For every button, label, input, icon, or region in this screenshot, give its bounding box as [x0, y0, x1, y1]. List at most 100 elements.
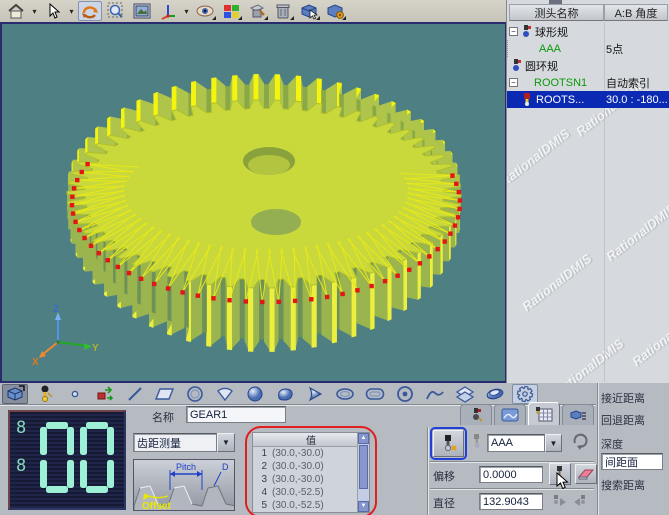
cursor-dropdown-caret[interactable]: ▾ — [67, 1, 76, 21]
tree-row-roots-selected[interactable]: ROOTS... 30.0 : -180... — [507, 91, 669, 108]
value-list-scrollbar[interactable]: ▲ ▼ — [357, 433, 369, 512]
tab-measure-table[interactable] — [528, 402, 560, 425]
probe-manager-button[interactable] — [433, 430, 464, 457]
axis-y-label: Y — [92, 343, 99, 354]
bottom-panel: 名称 GEAR1 8 8 齿距测量 — [0, 383, 669, 515]
tree-header-probe-name[interactable]: 测头名称 — [509, 4, 604, 21]
home-icon[interactable] — [4, 1, 28, 21]
mouse-cursor — [556, 472, 570, 490]
retract-distance-label: 回退距离 — [601, 412, 669, 428]
name-label: 名称 — [152, 409, 174, 425]
counter-digits — [10, 412, 124, 508]
solid-select-icon[interactable] — [297, 1, 321, 21]
gear-3d-model: Z Y X — [2, 24, 504, 381]
probe-icon — [521, 93, 534, 106]
point-counter-display: 8 8 — [8, 410, 126, 510]
measure-mode-dropdown-button[interactable]: ▼ — [217, 433, 235, 452]
zoom-region-icon[interactable] — [104, 1, 128, 21]
parallel-planes-icon[interactable] — [452, 384, 478, 404]
tab-feature-list[interactable] — [562, 404, 594, 425]
feature-name-input[interactable]: GEAR1 — [186, 406, 286, 423]
value-row[interactable]: 3(30.0,-30.0) — [253, 473, 369, 486]
cone-icon[interactable] — [302, 384, 328, 404]
circle-icon[interactable] — [182, 384, 208, 404]
value-row[interactable]: 2(30.0,-30.0) — [253, 460, 369, 473]
tab-graphics[interactable] — [494, 404, 526, 425]
probe-icon — [510, 59, 523, 72]
offset-input[interactable]: 0.0000 — [479, 466, 543, 483]
render-tools-icon[interactable] — [245, 1, 269, 21]
solid-settings-icon[interactable] — [323, 1, 347, 21]
coordinate-axes-icon[interactable] — [156, 1, 180, 21]
home-dropdown-caret[interactable]: ▾ — [30, 1, 39, 21]
viewport-3d[interactable]: Z Y X — [0, 22, 506, 383]
plane-icon[interactable] — [152, 384, 178, 404]
gear-icon[interactable] — [512, 384, 538, 404]
probe-icon — [520, 25, 533, 38]
slot-icon[interactable] — [362, 384, 388, 404]
point-icon[interactable] — [62, 384, 88, 404]
clear-eraser-button[interactable] — [575, 464, 597, 484]
gear-center-hub — [251, 209, 301, 235]
move-point-icon[interactable] — [92, 384, 118, 404]
expand-icon[interactable]: − — [509, 27, 518, 36]
scrollbar-thumb[interactable] — [359, 445, 368, 489]
cylinder-icon[interactable] — [482, 384, 508, 404]
render-colors-icon[interactable] — [219, 1, 243, 21]
approach-distance-label: 接近距离 — [601, 390, 669, 406]
axis-triad: Z Y X — [32, 304, 99, 368]
probe-build-icon[interactable] — [32, 384, 58, 404]
top-toolbar: ▾ ▾ ▾ — [0, 0, 506, 22]
fit-view-icon[interactable] — [130, 1, 154, 21]
run-back-icon[interactable] — [572, 494, 590, 510]
path-params-panel: 接近距离 回退距离 深度 间距面 搜索距离 — [601, 383, 669, 515]
view-mode-icon[interactable] — [193, 1, 217, 21]
sphere-icon[interactable] — [242, 384, 268, 404]
solid-icon[interactable] — [2, 384, 28, 404]
curve-icon[interactable] — [422, 384, 448, 404]
diameter-input[interactable]: 132.9043 — [479, 493, 543, 510]
run-forward-icon[interactable] — [551, 494, 569, 510]
scroll-up-icon[interactable]: ▲ — [358, 433, 369, 444]
measure-mode-select[interactable]: 齿距测量 — [133, 433, 217, 452]
spacing-face-select[interactable]: 间距面 — [601, 453, 663, 470]
expand-icon[interactable]: − — [509, 78, 518, 87]
tree-row-rootsn1[interactable]: − ROOTSN1 自动索引 — [507, 74, 669, 91]
tab-probe[interactable] — [460, 404, 492, 425]
axis-x-label: X — [32, 357, 39, 368]
tree-row-ring-gauge[interactable]: 圆环规 — [507, 57, 669, 74]
arc-icon[interactable] — [212, 384, 238, 404]
axis-z-label: Z — [53, 304, 59, 315]
refresh-icon[interactable] — [570, 431, 590, 454]
line-icon[interactable] — [122, 384, 148, 404]
rotate-view-icon[interactable] — [78, 1, 102, 21]
feature-toolbar — [2, 384, 538, 404]
pitch-label: Pitch — [176, 462, 196, 472]
tree-row-sphere-gauge[interactable]: − 球形规 — [507, 23, 669, 40]
measured-value-list[interactable]: 值 1(30.0,-30.0) 2(30.0,-30.0) 3(30.0,-30… — [252, 432, 370, 513]
cursor-select-icon[interactable] — [41, 1, 65, 21]
depth-label: 深度 — [601, 436, 669, 452]
search-distance-label: 搜索距离 — [601, 477, 669, 493]
probe-tree-panel: RationalDMIS RationalDMIS RationalDMIS R… — [506, 0, 669, 383]
value-row[interactable]: 4(30.0,-52.5) — [253, 486, 369, 499]
probe-select-dropdown-button[interactable]: ▼ — [545, 434, 562, 452]
offset-label: 偏移 — [433, 468, 455, 484]
scroll-down-icon[interactable]: ▼ — [358, 501, 369, 512]
rationaldmis-window: ▾ ▾ ▾ — [0, 0, 669, 515]
axes-dropdown-caret[interactable]: ▾ — [182, 1, 191, 21]
offset-diagram-label: Offset — [142, 501, 172, 511]
delete-icon[interactable] — [271, 1, 295, 21]
value-row[interactable]: 5(30.0,-52.5) — [253, 499, 369, 512]
ellipsoid-icon[interactable] — [272, 384, 298, 404]
probe-select[interactable]: AAA — [487, 434, 545, 452]
value-row[interactable]: 1(30.0,-30.0) — [253, 447, 369, 460]
ring-icon[interactable] — [392, 384, 418, 404]
ellipse-icon[interactable] — [332, 384, 358, 404]
tree-row-probe-aaa[interactable]: AAA 5点 — [507, 40, 669, 57]
pitch-diagram: Pitch D Offset — [133, 459, 235, 511]
value-list-header[interactable]: 值 — [253, 433, 369, 447]
tree-header-angle[interactable]: A:B 角度 — [604, 4, 668, 21]
probe-small-icon — [470, 433, 484, 451]
d-label: D — [222, 462, 229, 472]
